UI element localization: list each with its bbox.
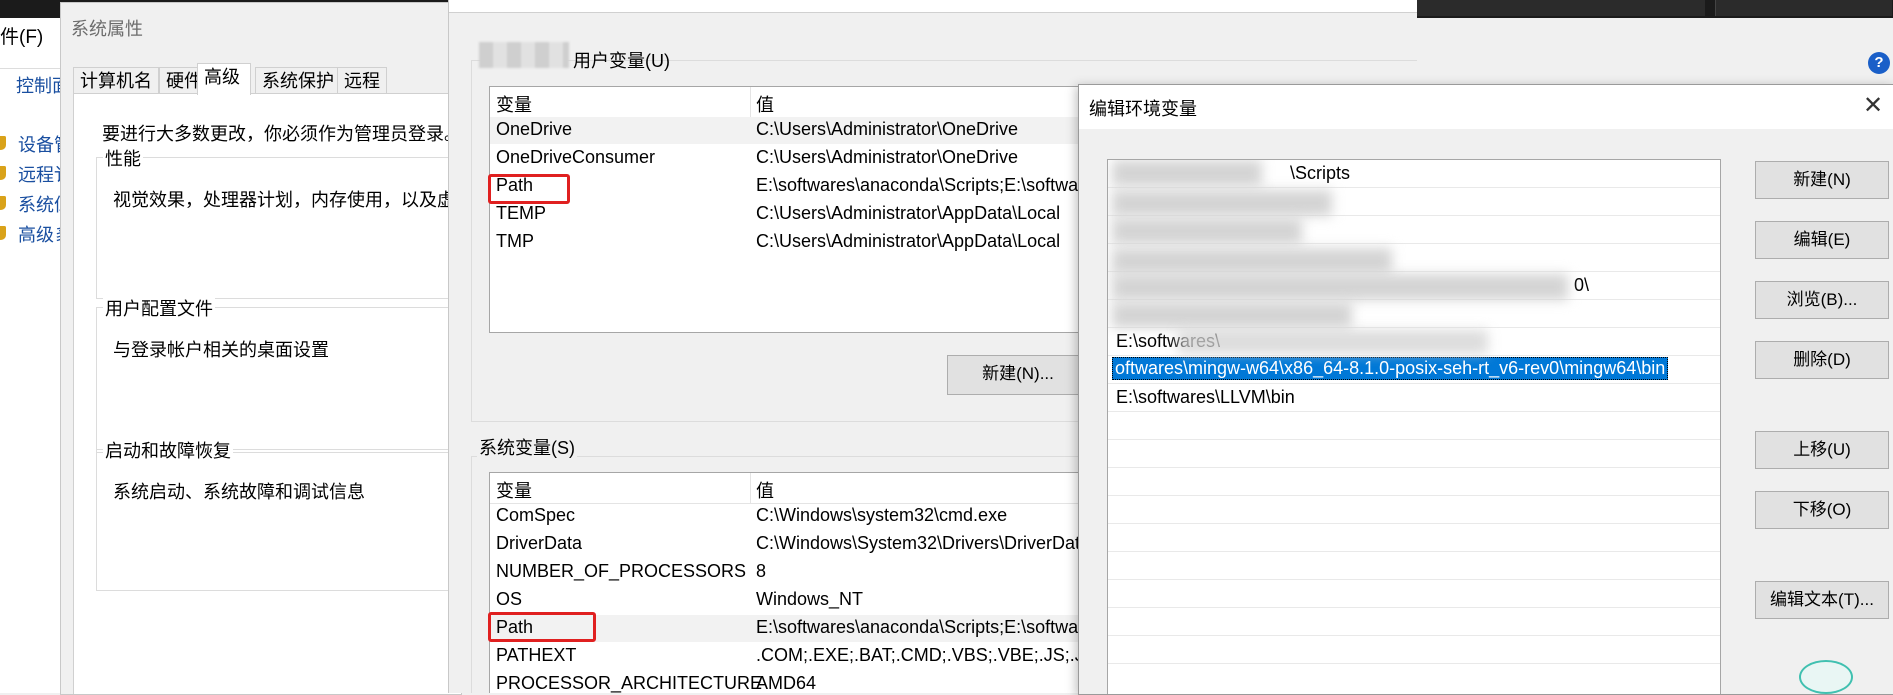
column-divider xyxy=(750,87,751,117)
shield-icon xyxy=(0,226,6,240)
entry-text: oftwares\mingw-w64\x86_64-8.1.0-posix-se… xyxy=(1112,357,1669,380)
move-down-button[interactable]: 下移(O) xyxy=(1755,491,1889,529)
tab-computer-name[interactable]: 计算机名 xyxy=(73,67,159,94)
column-header-value[interactable]: 值 xyxy=(756,91,774,117)
group-description: 系统启动、系统故障和调试信息 xyxy=(113,482,365,502)
file-menu[interactable]: 件(F) xyxy=(0,22,43,49)
user-profiles-group: 用户配置文件 与登录帐户相关的桌面设置 xyxy=(96,295,461,453)
var-value: C:\Windows\System32\Drivers\DriverData xyxy=(756,533,1091,553)
column-divider xyxy=(750,473,751,503)
edit-entry-button[interactable]: 编辑(E) xyxy=(1755,221,1889,259)
entry-text: 0\ xyxy=(1574,275,1590,295)
dialog-title: 编辑环境变量 xyxy=(1089,99,1197,119)
close-icon[interactable]: ✕ xyxy=(1858,91,1888,121)
system-variables-label: 系统变量(S) xyxy=(477,434,577,460)
var-name: PATHEXT xyxy=(496,645,577,665)
entry-text: \Scripts xyxy=(1290,163,1351,183)
window-thumb xyxy=(1715,0,1892,16)
list-item[interactable] xyxy=(1108,552,1720,580)
column-header-variable[interactable]: 变量 xyxy=(496,91,532,117)
group-description: 与登录帐户相关的桌面设置 xyxy=(113,340,329,360)
list-item[interactable] xyxy=(1108,524,1720,552)
new-entry-button[interactable]: 新建(N) xyxy=(1755,161,1889,199)
redacted-username xyxy=(479,42,569,68)
admin-notice: 要进行大多数更改，你必须作为管理员登录。 xyxy=(102,124,462,144)
var-value: 8 xyxy=(756,561,767,581)
var-value: C:\Users\Administrator\OneDrive xyxy=(756,147,1019,167)
edit-text-button[interactable]: 编辑文本(T)... xyxy=(1755,581,1889,619)
list-item[interactable]: E:\softwares\LLVM\bin xyxy=(1108,384,1720,412)
mascot-icon xyxy=(1799,660,1853,694)
var-value: .COM;.EXE;.BAT;.CMD;.VBS;.VBE;.JS;.JSE xyxy=(756,645,1108,665)
redaction-blur xyxy=(1112,160,1262,186)
path-entries-list[interactable]: \Scripts 0\ E:\softwares\ oftwares\mingw… xyxy=(1107,159,1721,694)
help-icon[interactable]: ? xyxy=(1868,52,1890,74)
list-item[interactable] xyxy=(1108,440,1720,468)
tab-page-advanced: 要进行大多数更改，你必须作为管理员登录。 性能 视觉效果，处理器计划，内存使用，… xyxy=(73,93,462,694)
var-value: C:\Users\Administrator\AppData\Local xyxy=(756,231,1061,251)
shield-icon xyxy=(0,166,6,180)
group-description: 视觉效果，处理器计划，内存使用，以及虚拟内存 xyxy=(113,190,461,210)
path-highlight-box xyxy=(488,612,596,642)
var-name: ComSpec xyxy=(496,505,576,525)
var-value: E:\softwares\anaconda\Scripts;E:\softwar… xyxy=(756,175,1104,195)
dialog-title: 系统属性 xyxy=(71,19,143,39)
window-thumb xyxy=(1416,0,1705,16)
var-name: OneDrive xyxy=(496,119,573,139)
list-item[interactable] xyxy=(1108,468,1720,496)
var-name: TMP xyxy=(496,231,534,251)
redaction-blur xyxy=(1112,248,1392,274)
redaction-blur xyxy=(1112,302,1352,328)
var-value: C:\Users\Administrator\AppData\Local xyxy=(756,203,1061,223)
system-properties-dialog: 系统属性 计算机名 硬件 高级 系统保护 远程 要进行大多数更改，你必须作为管理… xyxy=(60,2,462,695)
shield-icon xyxy=(0,136,6,150)
user-variables-label: 用户变量(U) xyxy=(573,51,670,71)
var-name: DriverData xyxy=(496,533,583,553)
browse-button[interactable]: 浏览(B)... xyxy=(1755,281,1889,319)
divider xyxy=(0,68,60,69)
column-header-value[interactable]: 值 xyxy=(756,477,774,503)
performance-group: 性能 视觉效果，处理器计划，内存使用，以及虚拟内存 xyxy=(96,145,461,299)
var-name: TEMP xyxy=(496,203,547,223)
control-panel-window: 件(F) 控制面 设备管 远程讠 系统伢 高级豸 xyxy=(0,18,72,693)
startup-recovery-group: 启动和故障恢复 系统启动、系统故障和调试信息 xyxy=(96,437,461,591)
list-item[interactable] xyxy=(1108,412,1720,440)
list-item[interactable] xyxy=(1108,580,1720,608)
column-header-variable[interactable]: 变量 xyxy=(496,477,532,503)
group-legend: 性能 xyxy=(103,145,143,171)
list-item[interactable] xyxy=(1108,496,1720,524)
list-item[interactable] xyxy=(1108,636,1720,664)
new-user-variable-button[interactable]: 新建(N)... xyxy=(947,355,1089,395)
redaction-blur xyxy=(1112,190,1332,216)
tab-remote[interactable]: 远程 xyxy=(337,67,387,94)
var-name: OS xyxy=(496,589,523,609)
tab-system-protection[interactable]: 系统保护 xyxy=(255,67,341,94)
list-item-selected[interactable]: oftwares\mingw-w64\x86_64-8.1.0-posix-se… xyxy=(1108,356,1720,384)
edit-environment-variable-dialog: 编辑环境变量 ✕ \Scripts 0\ E:\softwares\ oftwa… xyxy=(1078,84,1893,695)
var-value: Windows_NT xyxy=(756,589,864,609)
shield-icon xyxy=(0,196,6,210)
var-name: NUMBER_OF_PROCESSORS xyxy=(496,561,747,581)
dialog-titlebar xyxy=(449,0,1417,13)
group-legend: 用户配置文件 xyxy=(103,295,215,321)
var-value: E:\softwares\anaconda\Scripts;E:\softwar… xyxy=(756,617,1104,637)
var-name: PROCESSOR_ARCHITECTURE xyxy=(496,673,763,693)
redaction-blur xyxy=(1112,274,1568,300)
var-value: C:\Users\Administrator\OneDrive xyxy=(756,119,1019,139)
delete-entry-button[interactable]: 删除(D) xyxy=(1755,341,1889,379)
list-item[interactable] xyxy=(1108,608,1720,636)
tab-advanced[interactable]: 高级 xyxy=(197,63,251,95)
var-name: OneDriveConsumer xyxy=(496,147,656,167)
var-value: AMD64 xyxy=(756,673,817,693)
group-legend: 启动和故障恢复 xyxy=(103,437,233,463)
redaction-blur xyxy=(1112,218,1302,244)
var-value: C:\Windows\system32\cmd.exe xyxy=(756,505,1008,525)
redaction-blur xyxy=(1178,330,1488,354)
path-highlight-box xyxy=(488,174,570,204)
move-up-button[interactable]: 上移(U) xyxy=(1755,431,1889,469)
entry-text: E:\softwares\LLVM\bin xyxy=(1116,387,1295,407)
